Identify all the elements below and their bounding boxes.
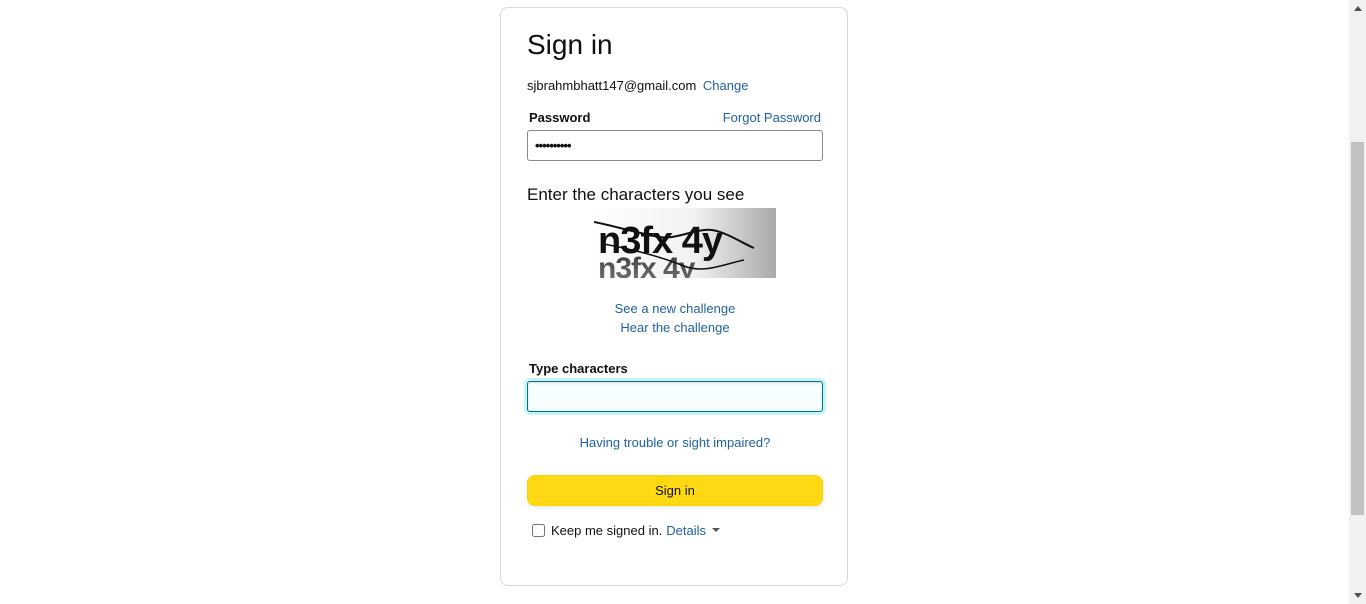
captcha-image: n3fx 4y n3fx 4y <box>594 208 776 278</box>
signin-button[interactable]: Sign in <box>527 475 823 506</box>
change-email-link[interactable]: Change <box>703 78 749 93</box>
email-text: sjbrahmbhatt147@gmail.com <box>527 78 697 93</box>
vertical-scrollbar[interactable] <box>1349 0 1366 604</box>
details-link-label: Details <box>666 523 707 538</box>
captcha-input[interactable] <box>527 381 823 412</box>
details-link[interactable]: Details <box>666 523 721 538</box>
sight-impaired-link[interactable]: Having trouble or sight impaired? <box>501 435 849 450</box>
captcha-heading: Enter the characters you see <box>527 185 745 204</box>
scroll-up-arrow-icon[interactable] <box>1349 0 1366 17</box>
keep-signed-in-row: Keep me signed in. Details <box>532 523 721 538</box>
new-challenge-link[interactable]: See a new challenge <box>501 301 849 316</box>
keep-signed-in-label: Keep me signed in. <box>551 523 663 538</box>
keep-signed-in-checkbox[interactable] <box>532 524 545 537</box>
scrollbar-thumb[interactable] <box>1351 142 1364 515</box>
page-title: Sign in <box>527 29 613 60</box>
caret-down-icon <box>712 527 721 532</box>
hear-challenge-link[interactable]: Hear the challenge <box>501 320 849 335</box>
forgot-password-link[interactable]: Forgot Password <box>723 110 821 125</box>
password-field[interactable]: •••••••••• <box>527 130 823 161</box>
type-characters-label: Type characters <box>529 361 628 376</box>
scroll-down-arrow-icon[interactable] <box>1349 587 1366 604</box>
email-row: sjbrahmbhatt147@gmail.com Change <box>527 77 748 95</box>
password-label: Password <box>529 110 591 125</box>
signin-card: Sign in sjbrahmbhatt147@gmail.com Change… <box>500 7 848 586</box>
